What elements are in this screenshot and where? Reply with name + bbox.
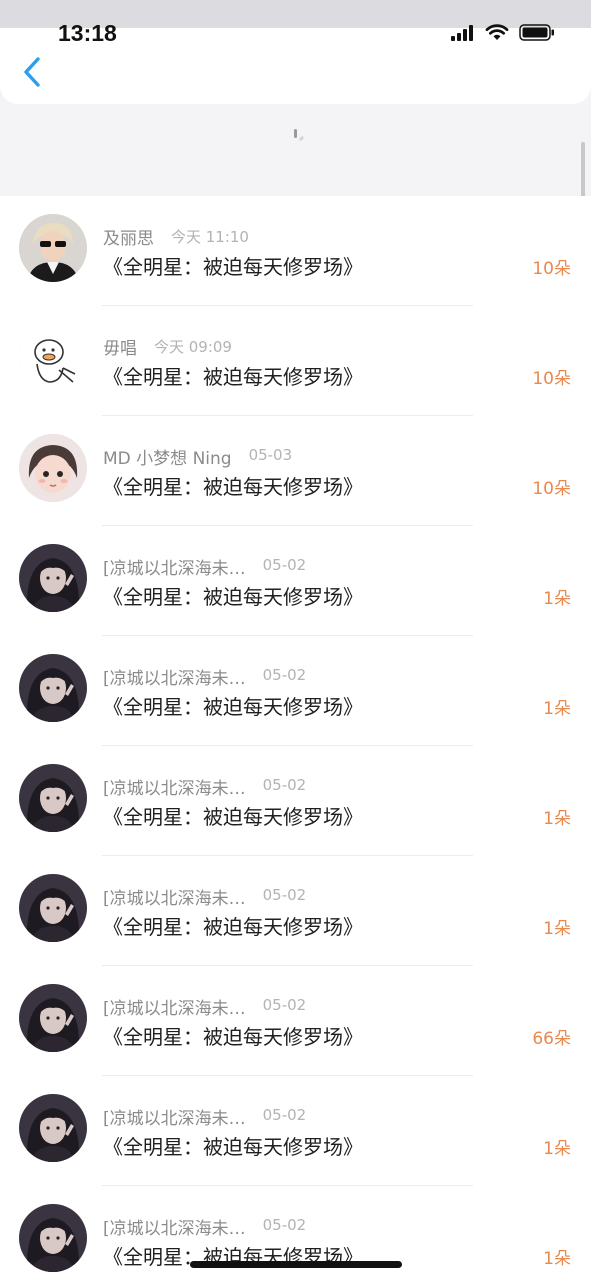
user-name: [凉城以北深海未… [103,1219,246,1239]
list-item[interactable]: [凉城以北深海未… 05-02 《全明星：被迫每天修罗场》 66朵 [0,966,591,1076]
user-name: [凉城以北深海未… [103,889,246,909]
list-item[interactable]: [凉城以北深海未… 05-02 《全明星：被迫每天修罗场》 1朵 [0,746,591,856]
gift-amount: 10朵 [532,369,571,389]
record-time: 05-02 [262,886,307,904]
record-time: 今天 09:09 [153,338,232,356]
user-name: MD 小梦想 Ning [103,449,232,469]
record-time: 05-03 [248,446,293,464]
top-bar: 13:18 [0,0,591,104]
avatar[interactable] [19,654,87,722]
list-item[interactable]: [凉城以北深海未… 05-02 《全明星：被迫每天修罗场》 1朵 [0,636,591,746]
avatar-girl-dark-image [19,654,87,722]
user-name: [凉城以北深海未… [103,779,246,799]
avatar[interactable] [19,764,87,832]
loading-spinner-icon [294,129,304,141]
status-icons [451,24,555,41]
avatar-girl-dark-image [19,764,87,832]
home-indicator[interactable] [190,1261,402,1268]
gift-amount: 1朵 [543,699,571,719]
user-name: [凉城以北深海未… [103,559,246,579]
status-time: 13:18 [58,20,117,46]
gift-amount: 1朵 [543,1139,571,1159]
book-title: 《全明星：被迫每天修罗场》 [103,915,363,939]
gift-amount: 1朵 [543,809,571,829]
user-name: [凉城以北深海未… [103,669,246,689]
record-time: 05-02 [262,996,307,1014]
signal-icon [451,24,473,41]
record-time: 05-02 [262,776,307,794]
user-name: 毋唱 [103,339,137,359]
record-time: 05-02 [262,556,307,574]
gift-amount: 66朵 [532,1029,571,1049]
avatar[interactable] [19,874,87,942]
user-name: [凉城以北深海未… [103,999,246,1019]
avatar-boy-sunglasses-image [19,214,87,282]
record-time: 05-02 [262,666,307,684]
book-title: 《全明星：被迫每天修罗场》 [103,585,363,609]
back-button[interactable] [18,54,50,90]
wifi-icon [485,24,509,40]
list-item[interactable]: [凉城以北深海未… 05-02 《全明星：被迫每天修罗场》 1朵 [0,856,591,966]
record-time: 05-02 [262,1216,307,1234]
avatar-girl-cartoon-image [19,434,87,502]
user-name: 及丽思 [103,229,154,249]
gift-amount: 1朵 [543,1249,571,1269]
gift-amount: 1朵 [543,919,571,939]
avatar[interactable] [19,1094,87,1162]
avatar[interactable] [19,1204,87,1272]
gift-amount: 10朵 [532,479,571,499]
gift-record-list: 及丽思 今天 11:10 《全明星：被迫每天修罗场》 10朵 毋唱 今天 09:… [0,196,591,1280]
battery-icon [519,24,554,41]
avatar-cartoon-duck-image [19,324,87,392]
book-title: 《全明星：被迫每天修罗场》 [103,695,363,719]
book-title: 《全明星：被迫每天修罗场》 [103,475,363,499]
list-item[interactable]: 及丽思 今天 11:10 《全明星：被迫每天修罗场》 10朵 [0,196,591,306]
list-item[interactable]: MD 小梦想 Ning 05-03 《全明星：被迫每天修罗场》 10朵 [0,416,591,526]
avatar-girl-dark-image [19,1094,87,1162]
book-title: 《全明星：被迫每天修罗场》 [103,365,363,389]
avatar[interactable] [19,214,87,282]
list-item[interactable]: 毋唱 今天 09:09 《全明星：被迫每天修罗场》 10朵 [0,306,591,416]
avatar[interactable] [19,544,87,612]
avatar-girl-dark-image [19,1204,87,1272]
book-title: 《全明星：被迫每天修罗场》 [103,1135,363,1159]
record-time: 今天 11:10 [170,228,249,246]
avatar-girl-dark-image [19,874,87,942]
avatar[interactable] [19,434,87,502]
book-title: 《全明星：被迫每天修罗场》 [103,255,363,279]
chevron-left-icon [24,57,40,87]
book-title: 《全明星：被迫每天修罗场》 [103,805,363,829]
gift-amount: 10朵 [532,259,571,279]
gift-amount: 1朵 [543,589,571,609]
avatar[interactable] [19,984,87,1052]
record-time: 05-02 [262,1106,307,1124]
book-title: 《全明星：被迫每天修罗场》 [103,1025,363,1049]
list-item[interactable]: [凉城以北深海未… 05-02 《全明星：被迫每天修罗场》 1朵 [0,526,591,636]
user-name: [凉城以北深海未… [103,1109,246,1129]
list-item[interactable]: [凉城以北深海未… 05-02 《全明星：被迫每天修罗场》 1朵 [0,1076,591,1186]
avatar[interactable] [19,324,87,392]
avatar-girl-dark-image [19,984,87,1052]
avatar-girl-dark-image [19,544,87,612]
